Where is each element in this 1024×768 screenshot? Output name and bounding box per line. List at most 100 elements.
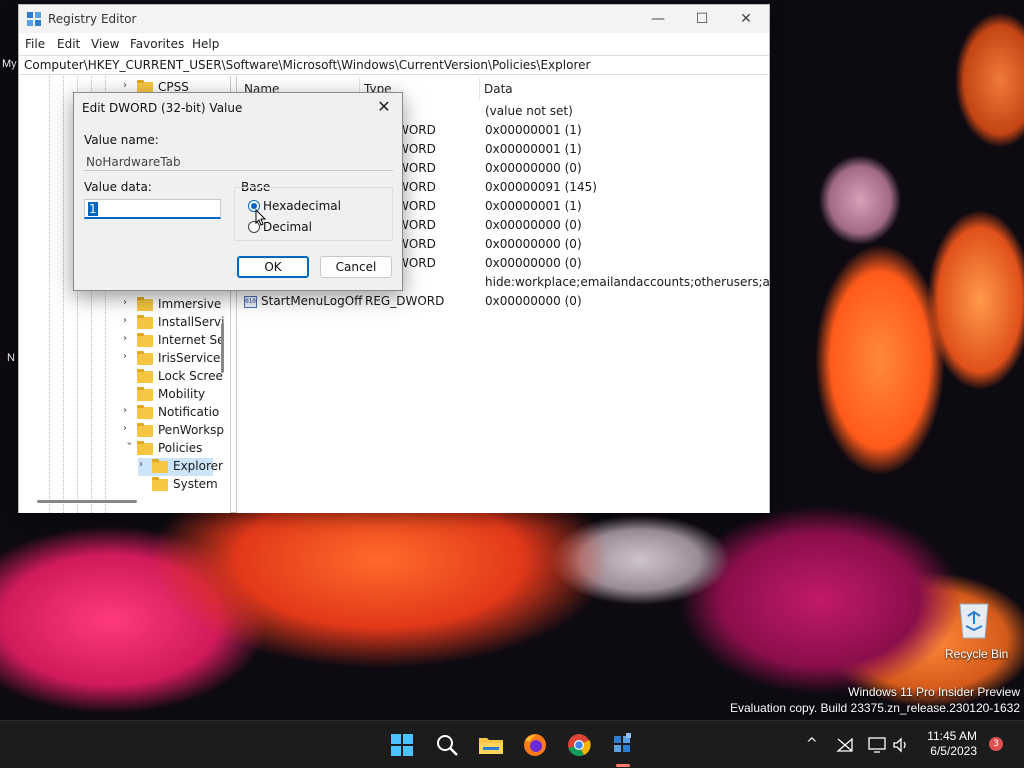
chrome-icon [568, 734, 591, 757]
chevron-right-icon[interactable]: › [123, 405, 133, 416]
tree-node-installservice[interactable]: › InstallServi [123, 314, 225, 332]
value-data-cell[interactable]: 0x00000001 (1) [485, 123, 582, 137]
desktop-icon-label[interactable]: N [7, 352, 15, 364]
tree-horizontal-scrollbar[interactable] [37, 500, 137, 503]
notification-badge[interactable]: 3 [989, 737, 1003, 751]
tree-node-policies[interactable]: › Policies [123, 440, 223, 458]
tree-node-internet-settings[interactable]: › Internet Se [123, 332, 224, 350]
registry-editor-taskbar-button[interactable] [609, 731, 637, 759]
folder-icon [137, 423, 153, 437]
folder-icon [137, 315, 153, 329]
tree-node-notifications[interactable]: › Notificatio [123, 404, 223, 422]
folder-icon [137, 441, 153, 455]
menu-bar: File Edit View Favorites Help [19, 33, 769, 55]
value-data-cell[interactable]: 0x00000000 (0) [485, 294, 582, 308]
chevron-right-icon[interactable]: › [123, 351, 133, 362]
dword-value-icon: 010 [244, 296, 257, 308]
tree-node-lock-screen[interactable]: Lock Scree [123, 368, 223, 386]
folder-icon [137, 351, 153, 365]
value-name-field: NoHardwareTab [84, 153, 393, 171]
hexadecimal-label[interactable]: Hexadecimal [263, 199, 341, 213]
minimize-button[interactable]: — [635, 5, 681, 33]
file-explorer-icon [479, 738, 503, 754]
menu-file[interactable]: File [25, 37, 45, 51]
value-data-cell[interactable]: 0x00000000 (0) [485, 161, 582, 175]
recycle-bin-icon[interactable] [952, 598, 996, 642]
chevron-right-icon[interactable]: › [139, 459, 149, 470]
folder-icon [137, 405, 153, 419]
folder-icon [152, 459, 168, 473]
value-name-label: Value name: [84, 133, 159, 147]
recycle-bin-label[interactable]: Recycle Bin [945, 647, 1008, 661]
clock[interactable]: 11:45 AM 6/5/2023 [927, 729, 977, 759]
folder-icon [137, 333, 153, 347]
display-icon[interactable] [868, 737, 888, 753]
watermark-build: Evaluation copy. Build 23375.zn_release.… [730, 701, 1020, 715]
ok-button[interactable]: OK [237, 256, 309, 278]
menu-edit[interactable]: Edit [57, 37, 80, 51]
network-disconnected-icon[interactable] [836, 737, 854, 753]
close-button[interactable]: ✕ [723, 5, 769, 33]
decimal-label[interactable]: Decimal [263, 220, 312, 234]
firefox-button[interactable] [521, 731, 549, 759]
tree-node-system[interactable]: System [138, 476, 223, 494]
dialog-close-button[interactable]: ✕ [374, 97, 394, 116]
folder-icon [137, 387, 153, 401]
menu-favorites[interactable]: Favorites [130, 37, 184, 51]
maximize-button[interactable]: ☐ [679, 5, 725, 33]
value-data-cell[interactable]: 0x00000091 (145) [485, 180, 597, 194]
file-explorer-button[interactable] [477, 731, 505, 759]
search-button[interactable] [433, 731, 461, 759]
tree-vertical-scrollbar[interactable] [221, 323, 224, 373]
recycle-bin-icon [959, 603, 989, 639]
chevron-right-icon[interactable]: › [123, 333, 133, 344]
tree-node-irisservice[interactable]: › IrisService [123, 350, 223, 368]
windows-logo-icon [391, 734, 413, 756]
clock-time: 11:45 AM [927, 729, 977, 743]
taskbar: ^ 11:45 AM 6/5/2023 3 [0, 720, 1024, 768]
tree-node-immersive[interactable]: › Immersive [123, 296, 223, 314]
mouse-cursor-icon [255, 209, 267, 226]
dialog-title: Edit DWORD (32-bit) Value [82, 101, 243, 115]
menu-view[interactable]: View [91, 37, 119, 51]
clock-date: 6/5/2023 [930, 744, 977, 758]
active-app-indicator [616, 764, 630, 767]
start-button[interactable] [388, 731, 416, 759]
folder-icon [137, 297, 153, 311]
window-title: Registry Editor [48, 12, 137, 26]
tree-node-penworkspace[interactable]: › PenWorksp [123, 422, 224, 440]
desktop-icon-label[interactable]: My [2, 58, 17, 70]
firefox-icon [524, 734, 546, 756]
search-icon [437, 735, 458, 756]
chevron-right-icon[interactable]: › [123, 80, 133, 91]
chevron-down-icon[interactable]: › [124, 442, 135, 452]
address-bar[interactable]: Computer\HKEY_CURRENT_USER\Software\Micr… [19, 55, 769, 75]
volume-icon[interactable] [892, 737, 910, 753]
edit-dword-dialog: Edit DWORD (32-bit) Value ✕ Value name: … [73, 92, 403, 291]
value-data-cell[interactable]: 0x00000001 (1) [485, 142, 582, 156]
tree-node-explorer[interactable]: › Explorer [138, 458, 223, 476]
value-type-cell[interactable]: REG_DWORD [365, 294, 444, 308]
cancel-button[interactable]: Cancel [320, 256, 392, 278]
show-hidden-icons-button[interactable]: ^ [806, 736, 818, 752]
column-header-data[interactable]: Data [484, 82, 513, 96]
chevron-right-icon[interactable]: › [123, 423, 133, 434]
chevron-right-icon[interactable]: › [123, 297, 133, 308]
value-data-cell[interactable]: 0x00000001 (1) [485, 199, 582, 213]
value-data-cell[interactable]: 0x00000000 (0) [485, 218, 582, 232]
value-data-cell[interactable]: 0x00000000 (0) [485, 256, 582, 270]
tree-node-mobility[interactable]: Mobility [123, 386, 223, 404]
registry-editor-app-icon [27, 12, 41, 26]
chevron-right-icon[interactable]: › [123, 315, 133, 326]
title-bar[interactable]: Registry Editor — ☐ ✕ [19, 5, 769, 33]
registry-editor-icon [614, 733, 631, 752]
column-separator[interactable] [479, 78, 480, 100]
value-data-cell[interactable]: (value not set) [485, 104, 573, 118]
menu-help[interactable]: Help [192, 37, 219, 51]
tree-guide-line [49, 76, 50, 513]
chrome-button[interactable] [565, 731, 593, 759]
value-name-cell[interactable]: StartMenuLogOff [261, 294, 362, 308]
value-data-input[interactable]: 1 [84, 199, 221, 219]
value-data-cell[interactable]: hide:workplace;emailandaccounts;otheruse… [485, 275, 769, 289]
value-data-cell[interactable]: 0x00000000 (0) [485, 237, 582, 251]
